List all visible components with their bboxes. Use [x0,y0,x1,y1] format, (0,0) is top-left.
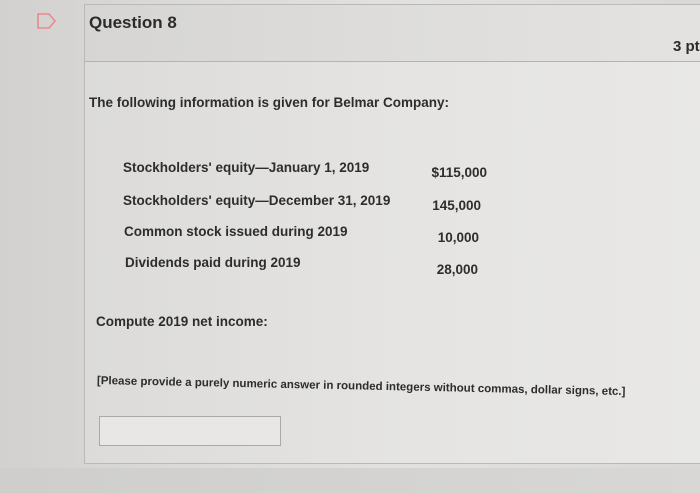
data-row-value: 28,000 [436,262,478,277]
answer-instruction: [Please provide a purely numeric answer … [96,375,626,399]
answer-input[interactable] [99,416,281,446]
data-row-label: Stockholders' equity—December 31, 2019 [123,193,391,208]
flag-icon[interactable] [36,12,58,30]
question-intro: The following information is given for B… [89,95,450,110]
bottom-strip [0,468,700,493]
data-row-value: 145,000 [432,198,481,213]
data-row-value: $115,000 [431,165,487,180]
data-row-label: Dividends paid during 2019 [125,255,301,270]
question-title: Question 8 [89,13,177,32]
data-row-label: Stockholders' equity—January 1, 2019 [123,160,370,175]
data-row-value: 10,000 [437,230,479,245]
question-card: Question 8 3 pt The following informatio… [84,4,700,464]
question-header: Question 8 3 pt [85,5,700,62]
data-row-label: Common stock issued during 2019 [124,224,348,239]
question-prompt: Compute 2019 net income: [96,314,268,329]
question-points: 3 pt [673,38,700,55]
